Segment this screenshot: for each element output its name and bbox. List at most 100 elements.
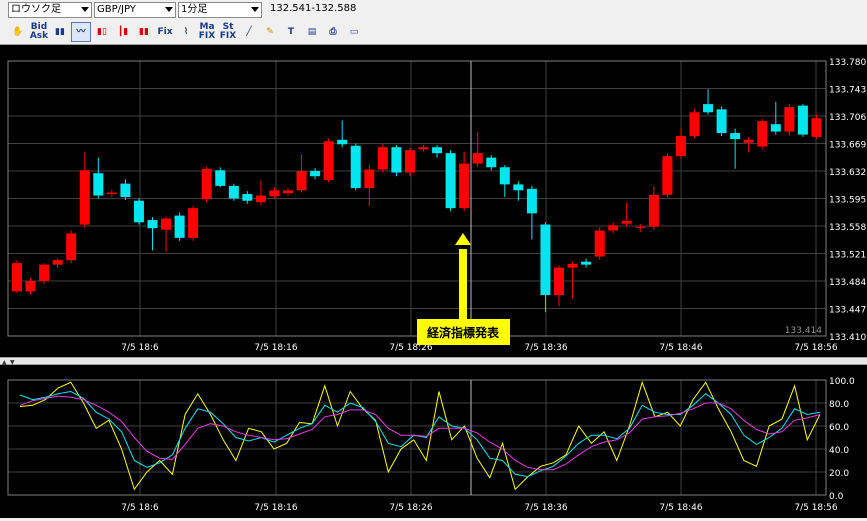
bar-chart-icon[interactable]: ▮▮ (50, 22, 70, 42)
candle-body (215, 170, 226, 186)
candle-body (228, 185, 239, 199)
annotation-label: 経済指標発表 (427, 325, 500, 340)
currency-pair-select[interactable]: GBP/JPY (94, 2, 176, 18)
candle-body (188, 208, 199, 238)
ma-fix-icon[interactable]: Ma FIX (197, 22, 217, 42)
settings-icon[interactable]: ▤ (302, 22, 322, 42)
y-axis-tick-label: 133.410 (829, 333, 866, 343)
x-axis-tick-label: 7/5 18:36 (524, 343, 568, 353)
stochastic-fix-icon[interactable]: St FIX (218, 22, 238, 42)
y-axis-tick-label: 133.558 (829, 223, 866, 233)
price-range-text: 132.541-132.588 (270, 3, 357, 14)
candle-body (12, 263, 22, 292)
candle-body (472, 153, 483, 164)
y-axis-tick-label: 133.780 (829, 58, 866, 68)
sub-y-axis-tick-label: 60.0 (829, 423, 849, 433)
currency-pair-value: GBP/JPY (97, 4, 136, 15)
candle-body (25, 281, 36, 292)
timeframe-select[interactable]: 1分足 (178, 2, 262, 18)
candle-body (337, 139, 348, 145)
candle-color-icon[interactable]: ▮▮ (134, 22, 154, 42)
candle-body (526, 188, 537, 214)
candle-body (255, 195, 266, 203)
stochastic-chart[interactable]: 100.0 80.0 60.0 40.0 20.0 0.0 7/5 18:6 7/5 18:1… (0, 365, 867, 518)
candle-body (377, 147, 388, 170)
sub-y-axis-tick-label: 20.0 (829, 469, 849, 479)
chevron-down-icon (251, 7, 259, 12)
candle-body (499, 167, 510, 185)
candle-icon[interactable]: ▮▯ (92, 22, 112, 42)
candle-body (811, 118, 822, 137)
bid-ask-icon[interactable]: Bid Ask (29, 22, 49, 42)
y-axis-tick-label: 133.743 (829, 86, 866, 96)
candle-body (323, 141, 334, 180)
stochastic-chart-svg: 100.0 80.0 60.0 40.0 20.0 0.0 7/5 18:6 7/5 18:1… (0, 365, 867, 518)
sub-y-axis-tick-label: 80.0 (829, 400, 849, 410)
candle-body (770, 124, 781, 132)
candle-body (757, 121, 768, 147)
candle-body (391, 147, 402, 173)
chart-type-select[interactable]: ロウソク足 (8, 2, 92, 18)
tool-icon-bar: ✋ Bid Ask ▮▮ 〰 ▮▯ ┃▮ ▮▮ Fix ⌇ Ma FIX St FIX ╱ ✎ T ▤ ⎙ ▭ (0, 19, 867, 45)
trend-line-icon[interactable]: ╱ (239, 22, 259, 42)
window-icon[interactable]: ▭ (344, 22, 364, 42)
y-axis-tick-label: 133.595 (829, 196, 866, 206)
candle-body (513, 184, 524, 191)
y-axis-tick-label: 133.484 (829, 278, 866, 288)
candle-body (797, 105, 808, 135)
candle-body (296, 171, 307, 191)
sub-x-axis-tick-label: 7/5 18:6 (121, 503, 159, 513)
pane-splitter[interactable]: ▲ ▼ (0, 357, 867, 366)
candle-body (743, 139, 754, 143)
chart-background (0, 45, 867, 357)
candle-body (635, 226, 646, 228)
candlestick-chart-svg: 133.780 133.743 133.706 133.669 133.632 133.5… (0, 45, 867, 357)
y-axis-tick-label: 133.706 (829, 113, 866, 123)
candlestick-chart[interactable]: 133.780 133.743 133.706 133.669 133.632 133.5… (0, 45, 867, 357)
candle-body (675, 136, 686, 157)
candle-body (52, 260, 63, 265)
candle-body (174, 215, 185, 238)
candle-body (269, 190, 280, 197)
candle-body (716, 109, 727, 134)
candle-body (310, 171, 321, 177)
line-chart-icon[interactable]: 〰 (71, 22, 91, 42)
hand-icon[interactable]: ✋ (8, 22, 28, 42)
candle-body (66, 233, 77, 261)
pen-icon[interactable]: ✎ (260, 22, 280, 42)
chart-type-value: ロウソク足 (11, 4, 61, 15)
print-icon[interactable]: ⎙ (323, 22, 343, 42)
candle-body (703, 104, 714, 113)
candle-body (147, 220, 158, 229)
x-axis-tick-label: 7/5 18:56 (794, 343, 838, 353)
fix-icon[interactable]: Fix (155, 22, 175, 42)
y-axis-tick-label: 133.447 (829, 306, 866, 316)
y-axis-tick-label: 133.632 (829, 168, 866, 178)
candle-body (567, 263, 578, 268)
y-axis-tick-label: 133.521 (829, 251, 866, 261)
top-toolbar: ロウソク足 GBP/JPY 1分足 132.541-132.588 (0, 0, 867, 19)
candle-body (161, 218, 172, 230)
candle-body (404, 150, 415, 173)
candle-alt-icon[interactable]: ┃▮ (113, 22, 133, 42)
candle-body (432, 147, 443, 154)
candle-body (486, 157, 497, 168)
text-icon[interactable]: T (281, 22, 301, 42)
candle-body (459, 163, 470, 209)
candle-body (418, 147, 429, 150)
candle-body (39, 264, 50, 281)
candle-body (581, 261, 592, 265)
candle-body (621, 220, 632, 224)
candle-body (79, 170, 90, 225)
sub-x-axis-tick-label: 7/5 18:56 (794, 503, 838, 513)
candle-body (350, 145, 361, 189)
candle-body (540, 224, 551, 296)
candle-body (608, 225, 619, 231)
x-axis-tick-label: 7/5 18:6 (121, 343, 159, 353)
candle-body (106, 192, 117, 195)
candle-body (120, 183, 131, 198)
current-price-label: 133.414 (785, 326, 822, 336)
candle-body (242, 194, 253, 201)
fix-line-icon[interactable]: ⌇ (176, 22, 196, 42)
candle-body (689, 112, 700, 137)
